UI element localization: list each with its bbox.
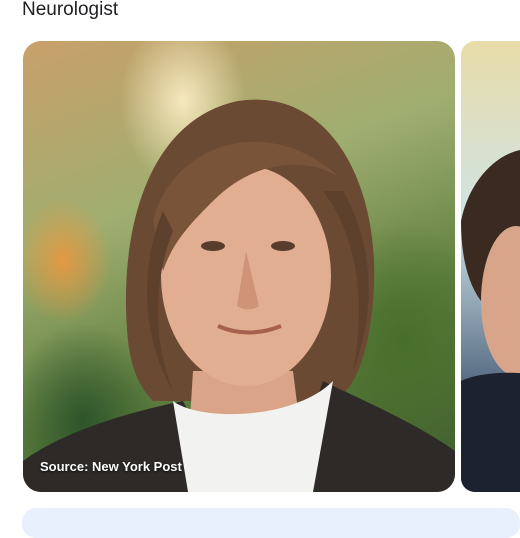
partial-portrait-photo — [461, 150, 520, 492]
image-source-caption: Source: New York Post — [40, 459, 182, 474]
next-result-card[interactable] — [22, 508, 520, 538]
next-image-card[interactable] — [461, 41, 520, 492]
image-carousel[interactable]: Source: New York Post — [0, 40, 520, 492]
section-heading: Neurologist — [22, 0, 119, 20]
portrait-card[interactable]: Source: New York Post — [23, 41, 455, 492]
portrait-photo — [23, 99, 455, 492]
